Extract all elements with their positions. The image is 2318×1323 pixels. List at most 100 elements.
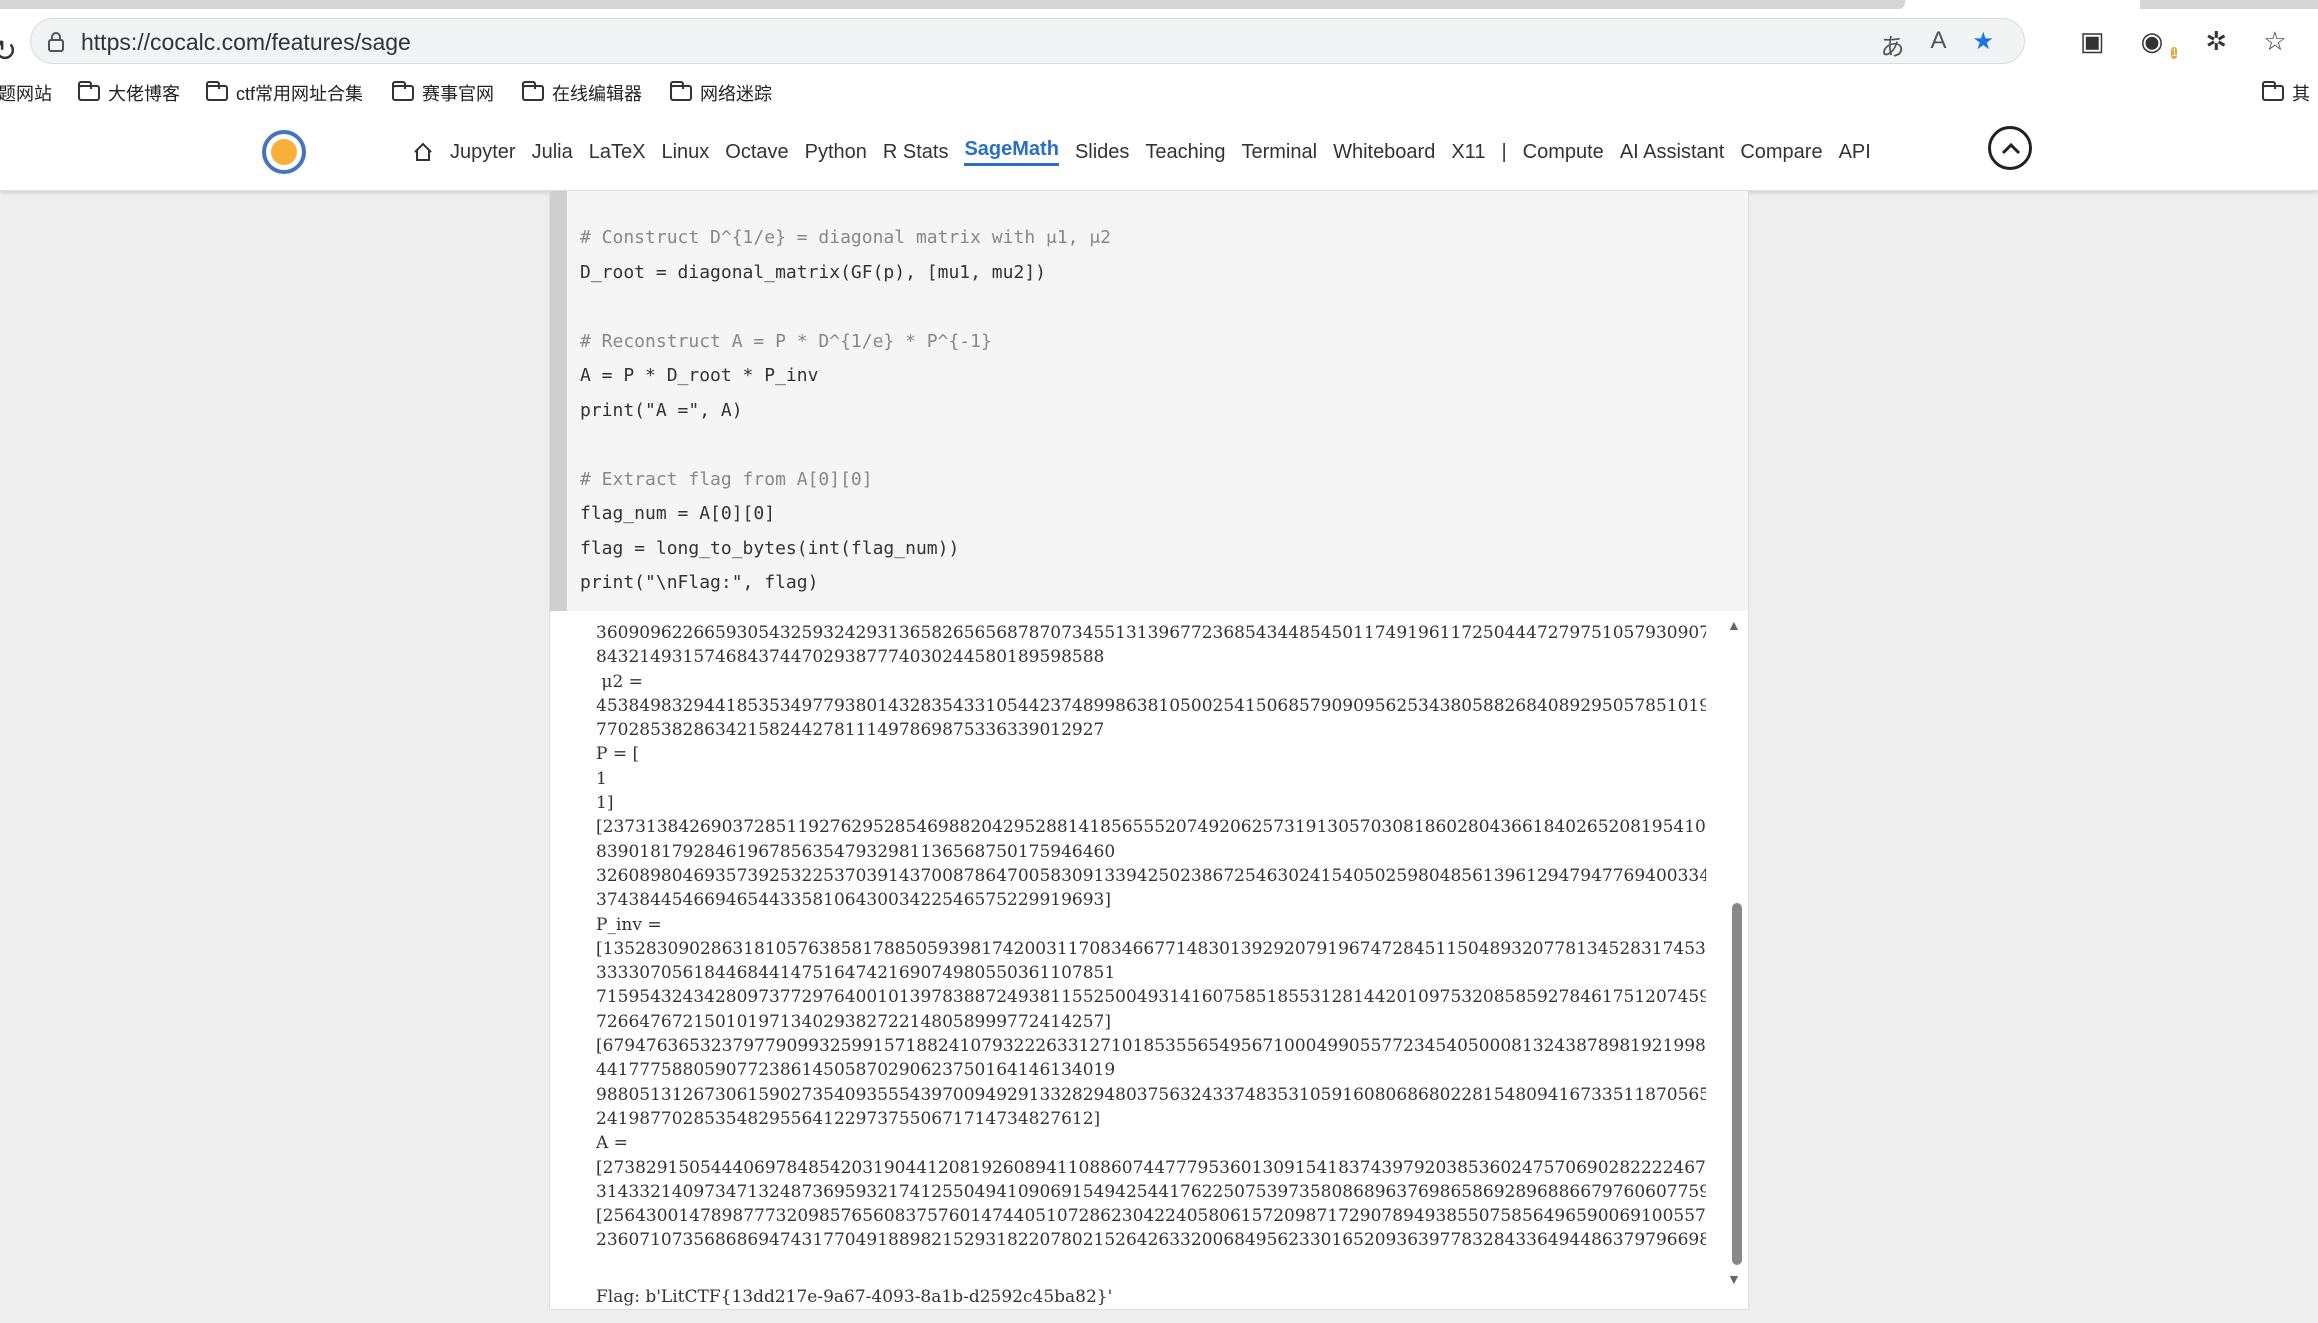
nav-item-api[interactable]: API (1839, 141, 1871, 164)
code-line[interactable]: D_root = diagonal_matrix(GF(p), [mu1, mu… (580, 256, 1111, 291)
address-bar[interactable]: https://cocalc.com/features/sage あ A ★ (30, 18, 2025, 64)
cell-output: 3609096226659305432593242931365826565687… (596, 621, 1706, 1309)
output-line: 7266476721501019713402938272214805899977… (596, 1011, 1111, 1032)
code-line[interactable] (580, 290, 1111, 325)
output-line: 2419877028535482955641229737550671714734… (596, 1108, 1101, 1129)
home-icon[interactable] (412, 141, 434, 163)
folder-icon (522, 81, 544, 101)
output-line: 7159543243428097377297640010139783887249… (596, 987, 1706, 1008)
code-input[interactable]: # Construct D^{1/e} = diagonal matrix wi… (550, 191, 1748, 611)
nav-item-compare[interactable]: Compare (1740, 141, 1822, 164)
nav-item-compute[interactable]: Compute (1523, 141, 1604, 164)
nav-item-octave[interactable]: Octave (725, 141, 788, 164)
code-line[interactable]: # Extract flag from A[0][0] (580, 463, 1111, 498)
output-line: [256430014789877732098576560837576014744… (596, 1206, 1706, 1227)
folder-icon (670, 81, 692, 101)
code-line[interactable]: print("A =", A) (580, 394, 1111, 429)
output-line: 3743844546694654433581064300342254657522… (596, 890, 1111, 911)
output-line: 7702853828634215824427811149786987533633… (596, 720, 1105, 741)
nav-item-teaching[interactable]: Teaching (1145, 141, 1225, 164)
reload-icon[interactable]: ↻ (0, 34, 17, 69)
code-line[interactable]: # Reconstruct A = P * D^{1/e} * P^{-1} (580, 325, 1111, 360)
output-line: P_inv = (596, 914, 662, 935)
code-line[interactable]: # Construct D^{1/e} = diagonal matrix wi… (580, 221, 1111, 256)
bookmark-folder[interactable]: 其 (2262, 80, 2310, 106)
notebook-cell: # Construct D^{1/e} = diagonal matrix wi… (549, 190, 1749, 1310)
cell-gutter (550, 191, 567, 611)
code-line[interactable]: flag = long_to_bytes(int(flag_num)) (580, 532, 1111, 567)
nav-item-python[interactable]: Python (805, 141, 867, 164)
browser-toolbar: ↻ https://cocalc.com/features/sage あ A ★… (0, 12, 2318, 80)
output-line: [679476365323797790993259915718824107932… (596, 1036, 1706, 1057)
scroll-up-icon[interactable]: ▲ (1727, 617, 1741, 633)
folder-icon (78, 81, 100, 101)
extensions-puzzle-icon[interactable]: ✲ (2205, 26, 2227, 57)
translate-icon[interactable]: あ (1880, 27, 1904, 62)
output-line: μ2 = (596, 671, 643, 692)
output-line: 4538498329441853534977938014328354331054… (596, 695, 1706, 716)
nav-item-linux[interactable]: Linux (661, 141, 709, 164)
read-aloud-icon[interactable]: A (1930, 27, 1946, 62)
output-line: 9880513126730615902735409355543970094929… (596, 1084, 1706, 1105)
cocalc-logo[interactable] (262, 130, 306, 174)
folder-icon (2262, 81, 2284, 101)
output-line: 3260898046935739253225370391437008786470… (596, 865, 1706, 886)
output-line: 2360710735686869474317704918898215293182… (596, 1230, 1706, 1251)
bookmark-folder[interactable]: 在线编辑器 (522, 80, 642, 106)
nav-item-ai-assistant[interactable]: AI Assistant (1620, 141, 1725, 164)
nav-menu: Jupyter Julia LaTeX Linux Octave Python R Stat… (412, 138, 1871, 166)
bookmark-folder[interactable]: ctf常用网址合集 (206, 80, 363, 106)
output-line: 3333070561844684414751647421690749805503… (596, 963, 1116, 984)
site-info-icon[interactable] (43, 29, 69, 55)
nav-item-slides[interactable]: Slides (1075, 141, 1129, 164)
tab-bar-right[interactable] (2140, 0, 2318, 9)
bookmarks-bar: 题网站 大佬博客 ctf常用网址合集 赛事官网 在线编辑器 网络迷踪 其 (0, 76, 2318, 114)
nav-separator: | (1501, 140, 1507, 163)
folder-icon (392, 81, 414, 101)
markdown-extension-icon[interactable]: ▣ (2080, 26, 2105, 57)
url-text[interactable]: https://cocalc.com/features/sage (81, 29, 411, 56)
output-line: 1] (596, 793, 614, 814)
nav-item-terminal[interactable]: Terminal (1241, 141, 1317, 164)
code-line[interactable] (580, 428, 1111, 463)
scrollbar-thumb[interactable] (1732, 903, 1742, 1265)
tab-bar[interactable] (0, 0, 1905, 9)
nav-item-whiteboard[interactable]: Whiteboard (1333, 141, 1435, 164)
output-line: [135283090286318105763858178850593981742… (596, 938, 1706, 959)
scroll-to-top-icon[interactable] (1988, 126, 2032, 170)
site-nav: Jupyter Julia LaTeX Linux Octave Python R Stat… (0, 114, 2318, 191)
tab-strip (0, 0, 2318, 12)
extension-badge: 1 (2171, 47, 2178, 59)
nav-item-jupyter[interactable]: Jupyter (450, 141, 516, 164)
nav-item-x11[interactable]: X11 (1451, 141, 1485, 164)
nav-item-julia[interactable]: Julia (532, 141, 573, 164)
folder-icon (206, 81, 228, 101)
output-line: 3143321409734713248736959321741255049410… (596, 1181, 1706, 1202)
scroll-down-icon[interactable]: ▼ (1727, 1271, 1741, 1287)
bookmark-folder[interactable]: 网络迷踪 (670, 80, 772, 106)
output-line: [237313842690372851192762952854698820429… (596, 817, 1706, 838)
output-line: 1 (596, 768, 607, 789)
output-line: [273829150544406978485420319044120819260… (596, 1157, 1706, 1178)
bookmark-folder[interactable]: 大佬博客 (78, 80, 180, 106)
nav-item-r-stats[interactable]: R Stats (883, 141, 949, 164)
nav-item-latex[interactable]: LaTeX (589, 141, 646, 164)
output-line: P = [ (596, 744, 640, 765)
bookmark-folder[interactable]: 赛事官网 (392, 80, 494, 106)
output-line: 8390181792846196785635479329811365687501… (596, 841, 1116, 862)
code-line[interactable]: A = P * D_root * P_inv (580, 359, 1111, 394)
extension-icon[interactable]: ◉ 1 (2141, 26, 2178, 59)
output-line: A = (596, 1133, 628, 1154)
code-editor[interactable]: # Construct D^{1/e} = diagonal matrix wi… (580, 221, 1111, 601)
favorites-list-icon[interactable]: ☆ (2263, 26, 2286, 57)
code-line[interactable]: print("\nFlag:", flag) (580, 566, 1111, 601)
flag-output-line: Flag: b'LitCTF{13dd217e-9a67-4093-8a1b-d… (596, 1287, 1113, 1308)
output-line: 4417775880590772386145058702906237501641… (596, 1060, 1116, 1081)
code-line[interactable]: flag_num = A[0][0] (580, 497, 1111, 532)
nav-item-sagemath[interactable]: SageMath (964, 138, 1059, 166)
favorite-star-icon[interactable]: ★ (1972, 27, 1994, 62)
bookmark-item[interactable]: 题网站 (0, 80, 52, 106)
output-line: 8432149315746843744702938777403024458018… (596, 647, 1105, 668)
output-line: 3609096226659305432593242931365826565687… (596, 623, 1706, 643)
